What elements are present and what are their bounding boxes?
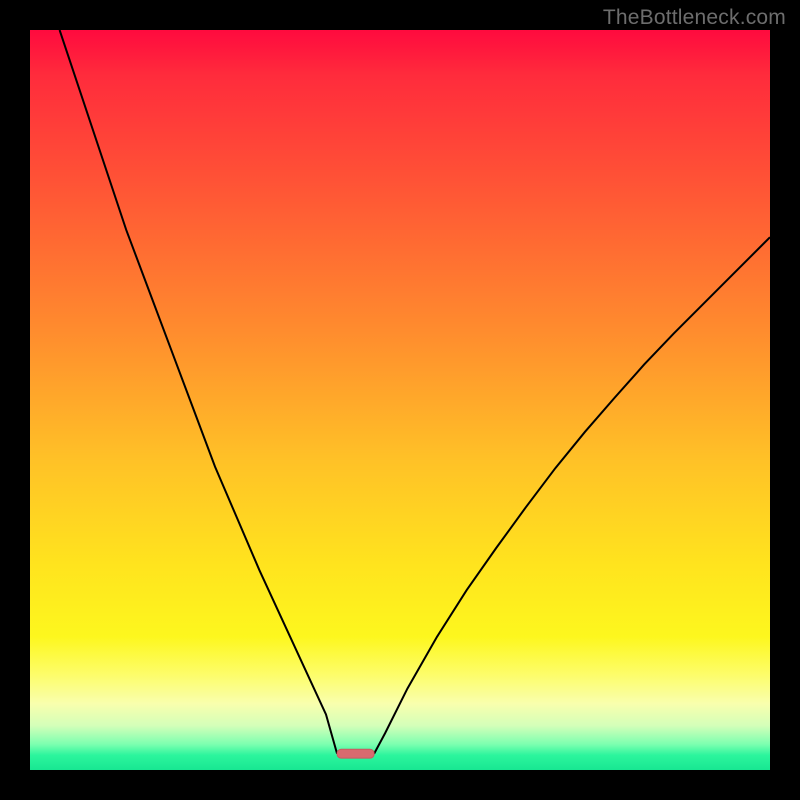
curve-layer — [30, 30, 770, 770]
plot-area — [30, 30, 770, 770]
optimal-marker — [337, 749, 374, 758]
curve-right — [374, 237, 770, 754]
watermark-text: TheBottleneck.com — [603, 6, 786, 30]
chart-frame: TheBottleneck.com — [0, 0, 800, 800]
curve-left — [60, 30, 338, 754]
